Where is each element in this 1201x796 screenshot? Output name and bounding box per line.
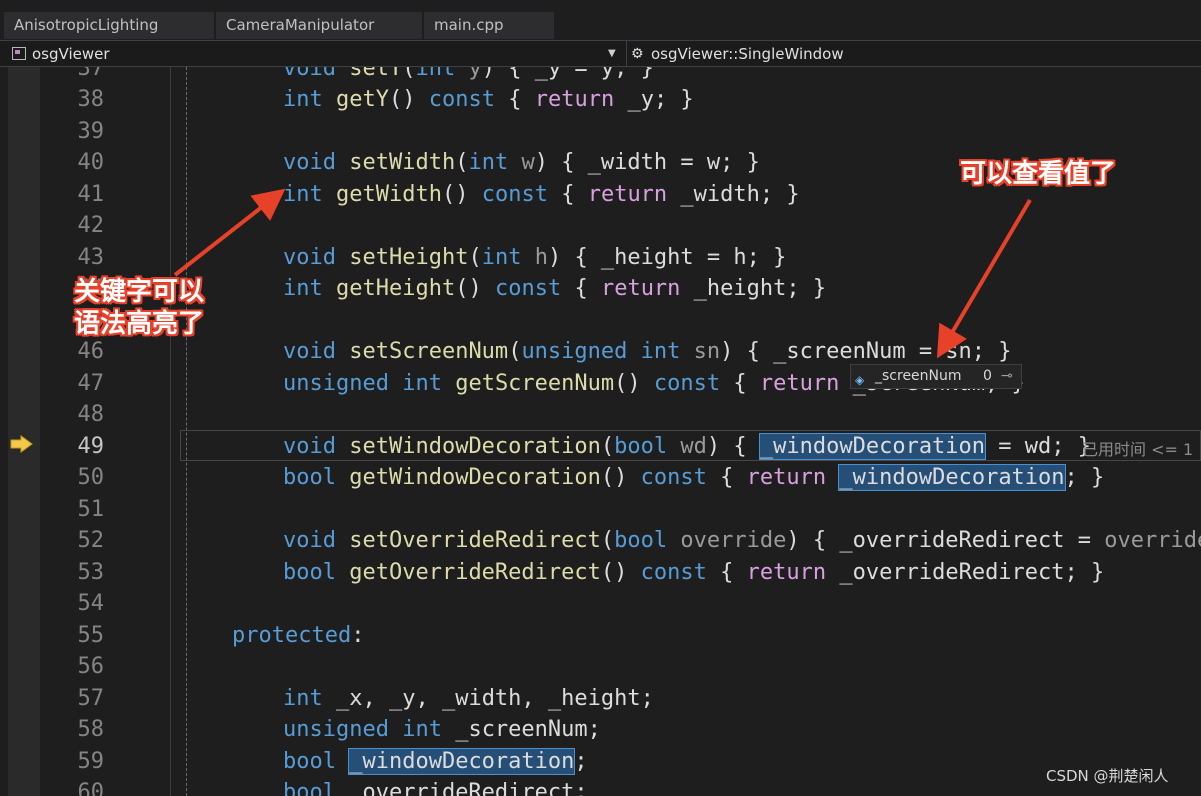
code-text: void setHeight(int h) { _height = h; } [283, 245, 787, 270]
watermark: CSDN @荆楚闲人 [1046, 767, 1169, 785]
code-text: void setWidth(int w) { _width = w; } [283, 150, 760, 175]
code-text: void setY(int y) { _y = y; } [283, 67, 654, 81]
code-text: bool getOverrideRedirect() const { retur… [283, 560, 1105, 585]
data-tip-name: _screenNum [875, 368, 962, 384]
code-line[interactable]: 46 void setScreenNum(unsigned int sn) { _… [0, 336, 1201, 367]
code-text: bool _overrideRedirect; [283, 780, 588, 796]
code-line[interactable]: 51 [0, 494, 1201, 525]
code-line[interactable]: 37 void setY(int y) { _y = y; } [0, 67, 1201, 84]
project-icon [12, 47, 26, 60]
line-number: 55 [77, 623, 105, 648]
line-number: 46 [77, 339, 105, 364]
line-number: 56 [77, 654, 105, 679]
code-line[interactable]: 58 unsigned int _screenNum; [0, 714, 1201, 745]
annotation-syntax-highlight: 关键字可以 语法高亮了 [74, 277, 205, 339]
document-tab-bar: AnisotropicLighting CameraManipulator ma… [0, 0, 1201, 40]
line-number: 51 [77, 497, 105, 522]
line-number: 40 [77, 150, 105, 175]
line-number: 48 [77, 402, 105, 427]
line-number: 41 [77, 182, 105, 207]
symbol-highlight: _windowDecoration [758, 433, 987, 460]
code-line[interactable]: 54 [0, 588, 1201, 619]
code-text: void setScreenNum(unsigned int sn) { _sc… [283, 339, 1012, 364]
line-number: 37 [77, 67, 105, 81]
code-line[interactable]: 59 bool _windowDecoration; [0, 746, 1201, 777]
navigation-bar: osgViewer ▼ ⚙ osgViewer::SingleWindow [0, 40, 1201, 67]
line-number: 38 [77, 87, 105, 112]
annotation-view-value: 可以查看值了 [960, 159, 1117, 189]
code-line[interactable]: 50 bool getWindowDecoration() const { ret… [0, 462, 1201, 493]
line-number: 58 [77, 717, 105, 742]
data-tip[interactable]: ◈ _screenNum 0 ⊸ [850, 364, 1022, 389]
code-line[interactable]: 52 void setOverrideRedirect(bool override… [0, 525, 1201, 556]
data-tip-value[interactable]: 0 [983, 365, 992, 388]
code-line[interactable]: 55 protected: [0, 620, 1201, 651]
code-line[interactable]: 49 void setWindowDecoration(bool wd) { _w… [0, 431, 1201, 462]
tab-main-cpp[interactable]: main.cpp [424, 12, 554, 39]
code-text: void setWindowDecoration(bool wd) { _win… [283, 433, 1092, 460]
code-text: int getY() const { return _y; } [283, 87, 694, 112]
class-member-icon: ⚙ [631, 46, 644, 62]
line-number: 59 [77, 749, 105, 774]
code-text: void setOverrideRedirect(bool override) … [283, 528, 1201, 553]
line-number: 39 [77, 119, 105, 144]
code-text: int _x, _y, _width, _height; [283, 686, 654, 711]
code-line[interactable]: 38 int getY() const { return _y; } [0, 84, 1201, 115]
symbol-highlight: _windowDecoration [348, 748, 576, 775]
code-line[interactable]: 53 bool getOverrideRedirect() const { ret… [0, 557, 1201, 588]
line-number: 60 [77, 780, 105, 796]
tab-camera-manipulator[interactable]: CameraManipulator [216, 12, 422, 39]
member-name: osgViewer::SingleWindow [651, 45, 844, 63]
code-text: int getWidth() const { return _width; } [283, 182, 800, 207]
line-number: 50 [77, 465, 105, 490]
line-number: 57 [77, 686, 105, 711]
line-number: 47 [77, 371, 105, 396]
code-text: int getHeight() const { return _height; … [283, 276, 827, 301]
line-number: 42 [77, 213, 105, 238]
line-number: 52 [77, 528, 105, 553]
code-line[interactable]: 57 int _x, _y, _width, _height; [0, 683, 1201, 714]
code-line[interactable]: 56 [0, 651, 1201, 682]
project-name: osgViewer [32, 45, 110, 63]
code-line[interactable]: 39 [0, 116, 1201, 147]
code-text: unsigned int _screenNum; [283, 717, 601, 742]
line-number: 49 [77, 434, 105, 459]
chevron-down-icon[interactable]: ▼ [608, 41, 616, 67]
line-number: 43 [77, 245, 105, 270]
code-text: protected: [232, 623, 365, 648]
member-dropdown[interactable]: ⚙ osgViewer::SingleWindow [626, 41, 1201, 67]
variable-icon: ◈ [855, 373, 865, 387]
line-number: 53 [77, 560, 105, 585]
code-text: bool getWindowDecoration() const { retur… [283, 464, 1105, 491]
code-line[interactable]: 43 void setHeight(int h) { _height = h; } [0, 242, 1201, 273]
symbol-highlight: _windowDecoration [838, 464, 1066, 491]
code-line[interactable]: 42 [0, 210, 1201, 241]
code-line[interactable]: 60 bool _overrideRedirect; [0, 777, 1201, 796]
pin-icon[interactable]: ⊸ [1001, 365, 1013, 388]
elapsed-time-note: 已用时间 <= 1 [1082, 440, 1194, 459]
code-text: bool _windowDecoration; [283, 748, 588, 775]
project-dropdown[interactable]: osgViewer ▼ [8, 41, 620, 67]
code-line[interactable]: 48 [0, 399, 1201, 430]
line-number: 54 [77, 591, 105, 616]
tab-anisotropic-lighting[interactable]: AnisotropicLighting [4, 12, 214, 39]
